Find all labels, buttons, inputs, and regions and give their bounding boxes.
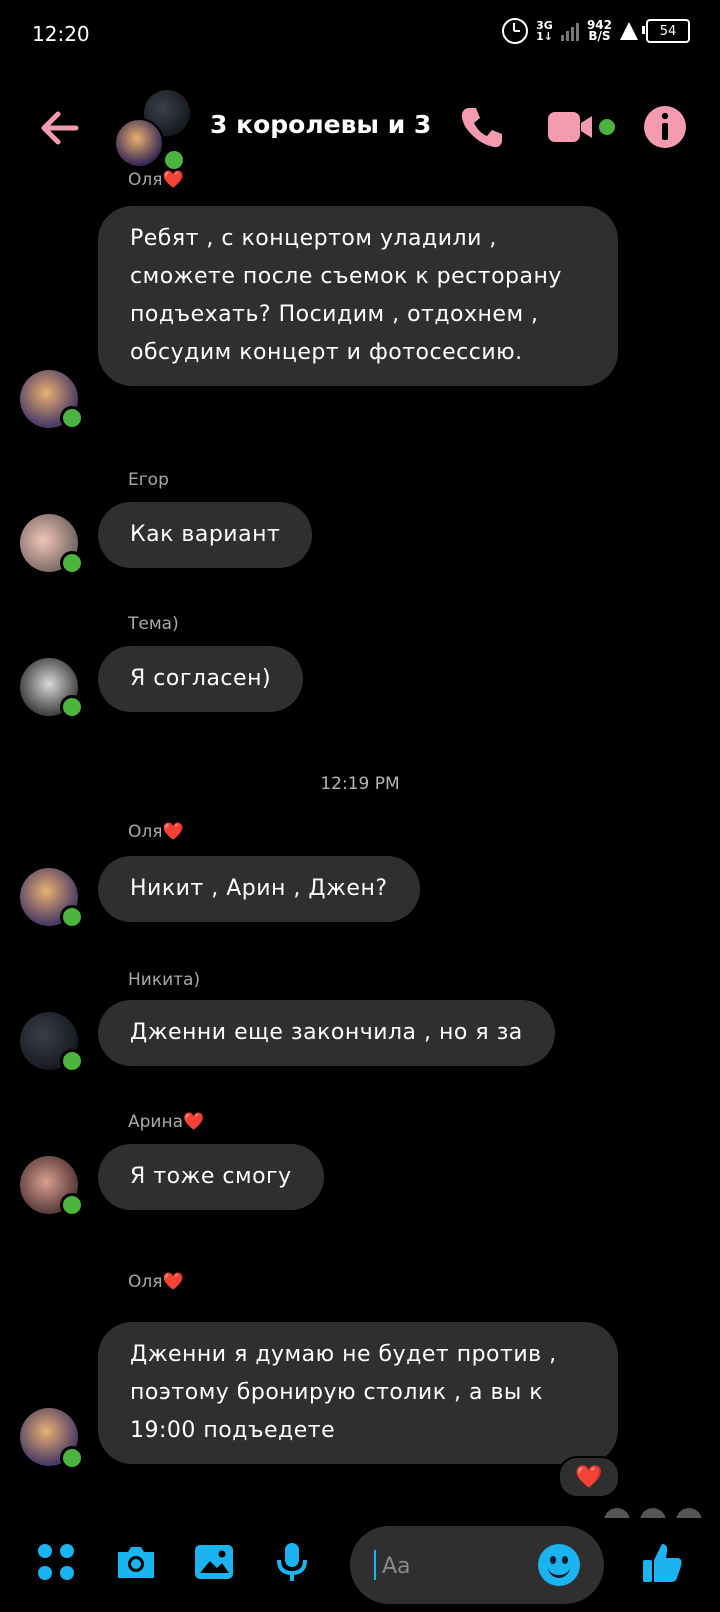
heart-reaction[interactable]: ❤️ [558,1456,620,1498]
chat-header: 3 королевы и 3 [0,78,720,188]
network-speed: 942 B/S [586,18,612,43]
alarm-icon [502,18,529,44]
thumbs-up-icon[interactable] [640,1540,684,1584]
composer-bar [0,1518,720,1612]
info-icon[interactable] [640,102,690,152]
online-indicator [60,1193,84,1217]
online-indicator [60,695,84,719]
group-avatar-primary [114,118,164,168]
apps-icon[interactable] [34,1540,78,1584]
microphone-icon[interactable] [270,1540,314,1584]
emoji-icon[interactable] [538,1544,580,1586]
heart-icon: ❤️ [162,822,184,842]
message-bubble[interactable]: Дженни еще закончила , но я за [98,1000,555,1066]
heart-icon: ❤️ [183,1112,205,1132]
online-indicator [60,551,84,575]
timestamp: 12:19 PM [320,774,400,794]
message-bubble[interactable]: Никит , Арин , Джен? [98,856,420,922]
group-title[interactable]: 3 королевы и 3 [210,110,431,139]
message-sender: Оля❤️ [128,1272,184,1292]
message-bubble[interactable]: Дженни я думаю не будет против , поэтому… [98,1322,618,1464]
video-icon[interactable] [548,102,618,152]
message-sender: Егор [128,470,169,490]
phone-icon[interactable] [456,102,506,152]
flask-icon [620,22,638,40]
battery-icon: 54 [642,19,690,43]
signal-icon [560,21,579,41]
message-bubble[interactable]: Я согласен) [98,646,304,712]
online-indicator [60,1049,84,1073]
message-bubble[interactable]: Ребят , с концертом уладили , сможете по… [98,206,618,386]
message-sender: Оля❤️ [128,170,184,190]
heart-icon: ❤️ [162,170,184,190]
group-avatar[interactable] [114,90,194,172]
gallery-icon[interactable] [192,1540,236,1584]
status-icons: 3G 1↓ 942 B/S 54 [502,18,690,44]
message-sender: Арина❤️ [128,1112,205,1132]
online-indicator [60,1446,84,1470]
message-composer[interactable] [350,1526,604,1604]
text-cursor [374,1550,376,1580]
online-indicator [60,905,84,929]
message-input[interactable] [380,1546,534,1586]
message-bubble[interactable]: Я тоже смогу [98,1144,324,1210]
online-indicator [60,406,84,430]
message-bubble[interactable]: Как вариант [98,502,313,568]
message-sender: Никита) [128,970,201,990]
status-time: 12:20 [32,22,90,46]
message-sender: Оля❤️ [128,822,184,842]
status-bar: 12:20 3G 1↓ 942 B/S 54 [0,0,720,70]
message-sender: Тема) [128,614,179,634]
back-arrow-icon[interactable] [36,104,84,152]
camera-icon[interactable] [114,1540,158,1584]
network-indicator: 3G 1↓ [536,19,553,43]
heart-icon: ❤️ [162,1272,184,1292]
online-indicator [162,148,186,172]
